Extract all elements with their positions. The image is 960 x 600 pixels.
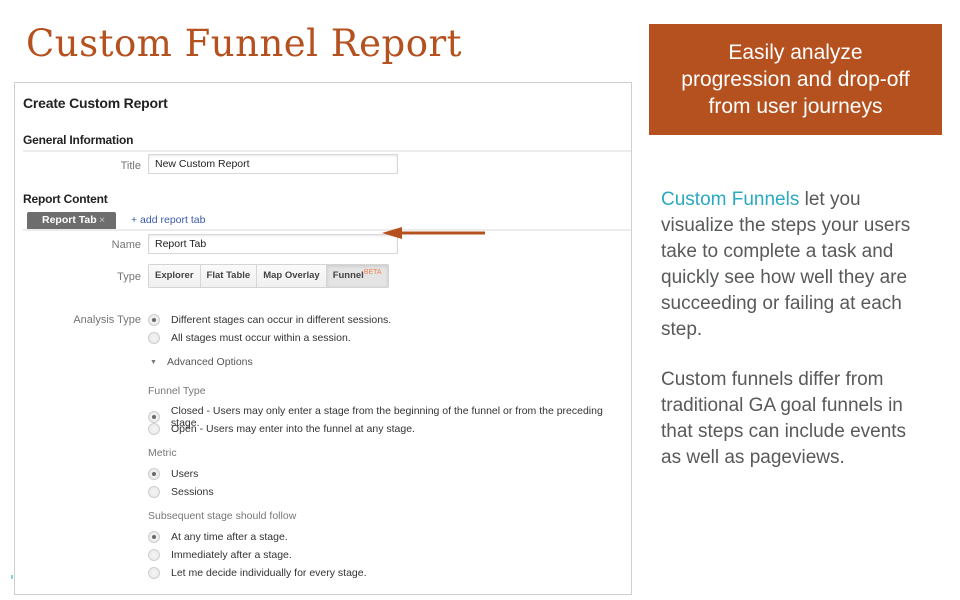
slide-title: Custom Funnel Report bbox=[26, 22, 463, 65]
radio-checked-icon[interactable] bbox=[148, 314, 160, 326]
radio-label: Users bbox=[171, 468, 199, 480]
description-text: let you visualize the steps your users t… bbox=[661, 189, 911, 340]
radio-label: At any time after a stage. bbox=[171, 531, 288, 543]
tab-report-tab[interactable]: Report Tab × bbox=[27, 212, 116, 229]
close-icon[interactable]: × bbox=[99, 212, 105, 229]
report-type-selector: Explorer Flat Table Map Overlay FunnelBE… bbox=[148, 264, 389, 288]
divider bbox=[23, 150, 631, 152]
radio-label: Different stages can occur in different … bbox=[171, 314, 392, 326]
callout-line: from user journeys bbox=[708, 95, 883, 118]
radio-different-sessions[interactable]: Different stages can occur in different … bbox=[148, 314, 391, 326]
radio-within-session[interactable]: All stages must occur within a session. bbox=[148, 332, 351, 344]
radio-label: Open - Users may enter into the funnel a… bbox=[171, 423, 415, 435]
radio-unchecked-icon[interactable] bbox=[148, 567, 160, 579]
radio-sessions[interactable]: Sessions bbox=[148, 486, 214, 498]
name-input[interactable] bbox=[148, 234, 398, 254]
callout-line: Easily analyze bbox=[728, 41, 863, 64]
description-custom-funnels: Custom Funnels let you visualize the ste… bbox=[661, 187, 931, 343]
radio-label: Let me decide individually for every sta… bbox=[171, 567, 367, 579]
radio-checked-icon[interactable] bbox=[148, 411, 160, 423]
type-funnel-button[interactable]: FunnelBETA bbox=[326, 265, 388, 287]
radio-decide-individually[interactable]: Let me decide individually for every sta… bbox=[148, 567, 367, 579]
radio-users[interactable]: Users bbox=[148, 468, 198, 480]
type-explorer-button[interactable]: Explorer bbox=[149, 265, 201, 287]
add-report-tab-link[interactable]: + add report tab bbox=[131, 214, 205, 226]
create-custom-report-panel: Create Custom Report General Information… bbox=[14, 82, 632, 595]
radio-label: Immediately after a stage. bbox=[171, 549, 292, 561]
funnel-type-label: Funnel Type bbox=[148, 385, 206, 397]
radio-open-funnel[interactable]: Open - Users may enter into the funnel a… bbox=[148, 423, 415, 435]
advanced-options-label: Advanced Options bbox=[166, 356, 253, 368]
radio-checked-icon[interactable] bbox=[148, 468, 160, 480]
title-input[interactable] bbox=[148, 154, 398, 174]
advanced-options-toggle[interactable]: ▼ Advanced Options bbox=[150, 356, 253, 368]
type-label: Type bbox=[117, 271, 141, 283]
radio-unchecked-icon[interactable] bbox=[148, 486, 160, 498]
type-map-overlay-button[interactable]: Map Overlay bbox=[257, 265, 327, 287]
radio-label: Sessions bbox=[171, 486, 214, 498]
panel-heading: Create Custom Report bbox=[23, 95, 168, 111]
name-label: Name bbox=[111, 239, 141, 251]
title-label: Title bbox=[120, 160, 141, 172]
tab-label: Report Tab bbox=[42, 214, 97, 226]
analysis-type-label: Analysis Type bbox=[73, 314, 141, 326]
radio-unchecked-icon[interactable] bbox=[148, 332, 160, 344]
radio-any-time[interactable]: At any time after a stage. bbox=[148, 531, 288, 543]
radio-immediately[interactable]: Immediately after a stage. bbox=[148, 549, 292, 561]
annotation-arrow-icon bbox=[382, 227, 485, 239]
callout-line: progression and drop-off bbox=[681, 68, 910, 91]
radio-label: All stages must occur within a session. bbox=[171, 332, 351, 344]
type-flat-table-button[interactable]: Flat Table bbox=[200, 265, 258, 287]
metric-label: Metric bbox=[148, 447, 177, 459]
radio-checked-icon[interactable] bbox=[148, 531, 160, 543]
edge-marker bbox=[11, 575, 13, 579]
radio-unchecked-icon[interactable] bbox=[148, 423, 160, 435]
funnel-label: Funnel bbox=[332, 270, 364, 281]
general-information-heading: General Information bbox=[23, 133, 134, 147]
divider bbox=[23, 229, 631, 231]
description-highlight: Custom Funnels bbox=[661, 189, 800, 210]
caret-down-icon: ▼ bbox=[150, 358, 157, 366]
callout-box: Easily analyze progression and drop-off … bbox=[649, 24, 942, 135]
radio-unchecked-icon[interactable] bbox=[148, 549, 160, 561]
subsequent-stage-label: Subsequent stage should follow bbox=[148, 510, 297, 522]
report-content-heading: Report Content bbox=[23, 192, 108, 206]
beta-badge: BETA bbox=[363, 269, 382, 276]
description-difference: Custom funnels differ from traditional G… bbox=[661, 369, 907, 468]
